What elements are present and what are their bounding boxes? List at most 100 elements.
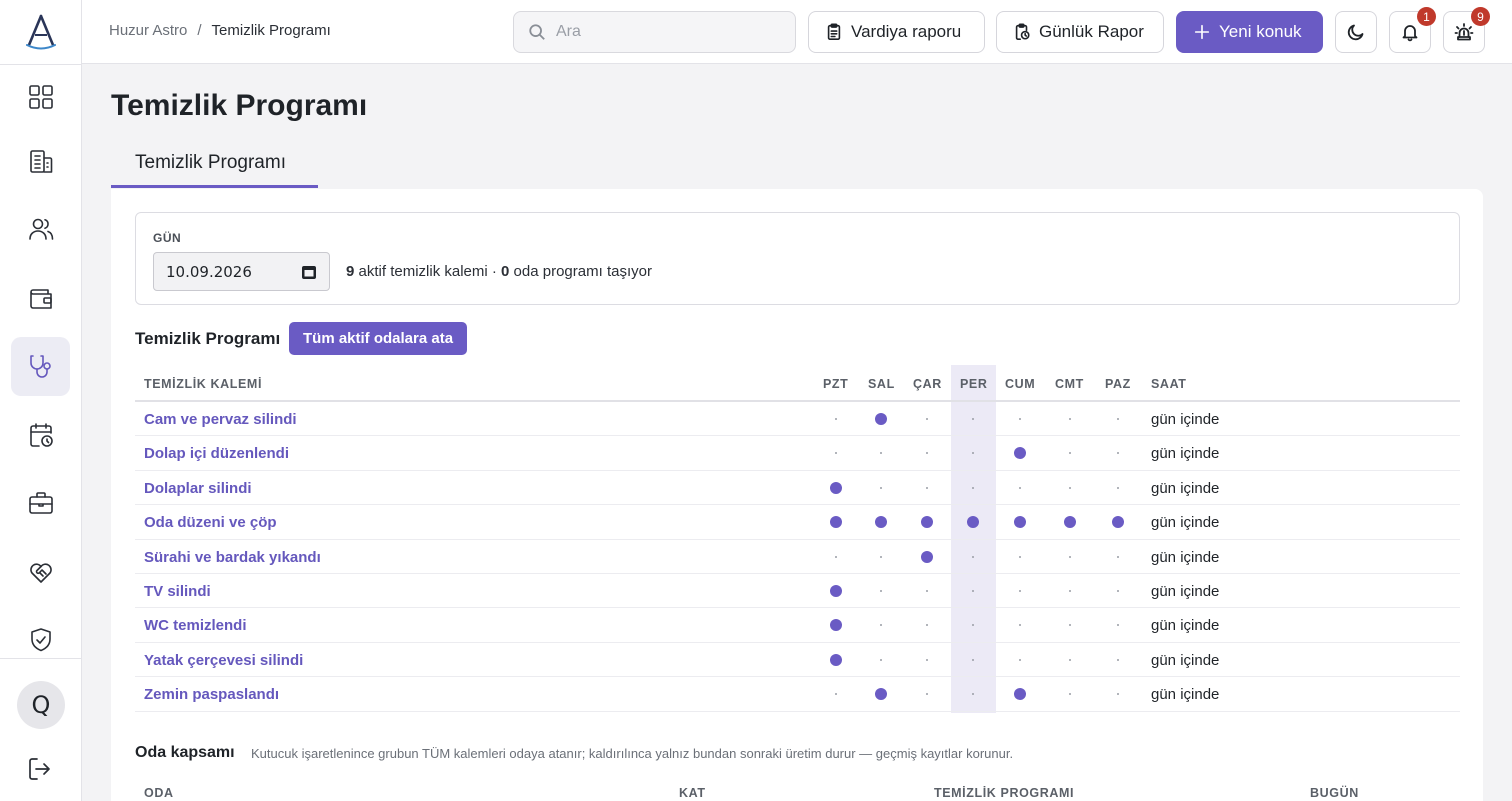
avatar[interactable]: Q — [17, 681, 65, 729]
cleaning-item-link[interactable]: Yatak çerçevesi silindi — [144, 652, 303, 669]
assign-all-rooms-button[interactable]: Tüm aktif odalara ata — [289, 322, 468, 355]
tab-cleaning-schedule[interactable]: Temizlik Programı — [111, 140, 318, 188]
day-cell-sun[interactable] — [1098, 471, 1138, 505]
day-cell-mon[interactable] — [816, 677, 856, 711]
day-cell-fri[interactable] — [1000, 677, 1040, 711]
day-cell-mon[interactable] — [816, 574, 856, 608]
day-cell-sat[interactable] — [1050, 643, 1090, 677]
day-cell-sat[interactable] — [1050, 471, 1090, 505]
day-cell-mon[interactable] — [816, 471, 856, 505]
day-cell-sun[interactable] — [1098, 643, 1138, 677]
day-cell-wed[interactable] — [907, 471, 947, 505]
breadcrumb-root[interactable]: Huzur Astro — [109, 22, 187, 39]
nav-dashboard[interactable] — [11, 67, 70, 126]
day-cell-tue[interactable] — [861, 574, 901, 608]
logout-icon — [29, 758, 50, 780]
day-cell-sun[interactable] — [1098, 402, 1138, 436]
daily-report-button[interactable]: Günlük Rapor — [996, 11, 1164, 53]
day-cell-wed[interactable] — [907, 677, 947, 711]
day-cell-mon[interactable] — [816, 608, 856, 642]
nav-residents[interactable] — [11, 199, 70, 258]
day-cell-sat[interactable] — [1050, 677, 1090, 711]
day-cell-thu[interactable] — [953, 540, 993, 574]
unscheduled-dot — [1069, 486, 1071, 489]
new-guest-button[interactable]: Yeni konuk — [1176, 11, 1323, 53]
day-cell-fri[interactable] — [1000, 540, 1040, 574]
day-cell-fri[interactable] — [1000, 505, 1040, 539]
cleaning-item-link[interactable]: Dolap içi düzenlendi — [144, 445, 289, 462]
day-cell-tue[interactable] — [861, 677, 901, 711]
day-cell-fri[interactable] — [1000, 436, 1040, 470]
day-cell-wed[interactable] — [907, 505, 947, 539]
day-cell-mon[interactable] — [816, 505, 856, 539]
day-cell-thu[interactable] — [953, 436, 993, 470]
cleaning-item-link[interactable]: Zemin paspaslandı — [144, 686, 279, 703]
search-box[interactable] — [513, 11, 796, 53]
day-cell-wed[interactable] — [907, 574, 947, 608]
app-logo[interactable] — [20, 12, 62, 52]
day-cell-sat[interactable] — [1050, 436, 1090, 470]
calendar-icon[interactable] — [301, 264, 317, 280]
day-cell-sat[interactable] — [1050, 540, 1090, 574]
day-cell-thu[interactable] — [953, 643, 993, 677]
logout-button[interactable] — [26, 755, 56, 785]
day-cell-wed[interactable] — [907, 643, 947, 677]
day-cell-fri[interactable] — [1000, 574, 1040, 608]
day-cell-wed[interactable] — [907, 402, 947, 436]
search-input[interactable] — [556, 23, 776, 41]
cleaning-item-link[interactable]: Cam ve pervaz silindi — [144, 411, 297, 428]
nav-wallet[interactable] — [11, 268, 70, 327]
day-cell-mon[interactable] — [816, 402, 856, 436]
theme-toggle-button[interactable] — [1335, 11, 1377, 53]
cleaning-item-link[interactable]: Dolaplar silindi — [144, 480, 252, 497]
cleaning-item-link[interactable]: TV silindi — [144, 583, 211, 600]
day-cell-fri[interactable] — [1000, 471, 1040, 505]
nav-briefcase[interactable] — [11, 473, 70, 532]
date-input[interactable]: 10.09.2026 — [153, 252, 330, 291]
nav-security[interactable] — [11, 610, 70, 669]
cleaning-item-link[interactable]: WC temizlendi — [144, 617, 247, 634]
day-cell-fri[interactable] — [1000, 402, 1040, 436]
day-cell-sat[interactable] — [1050, 505, 1090, 539]
nav-schedule[interactable] — [11, 405, 70, 464]
day-cell-tue[interactable] — [861, 505, 901, 539]
notifications-button[interactable]: 1 — [1389, 7, 1436, 53]
day-cell-mon[interactable] — [816, 436, 856, 470]
day-cell-sat[interactable] — [1050, 574, 1090, 608]
alarm-button[interactable]: 9 — [1443, 7, 1490, 53]
nav-building[interactable] — [11, 131, 70, 190]
day-cell-fri[interactable] — [1000, 608, 1040, 642]
unscheduled-dot — [926, 589, 928, 592]
day-cell-mon[interactable] — [816, 643, 856, 677]
day-cell-thu[interactable] — [953, 402, 993, 436]
day-cell-sun[interactable] — [1098, 677, 1138, 711]
day-cell-thu[interactable] — [953, 574, 993, 608]
day-cell-sat[interactable] — [1050, 608, 1090, 642]
day-cell-fri[interactable] — [1000, 643, 1040, 677]
day-cell-wed[interactable] — [907, 436, 947, 470]
day-cell-sun[interactable] — [1098, 574, 1138, 608]
day-cell-sat[interactable] — [1050, 402, 1090, 436]
cleaning-item-link[interactable]: Oda düzeni ve çöp — [144, 514, 277, 531]
day-cell-wed[interactable] — [907, 540, 947, 574]
day-cell-sun[interactable] — [1098, 608, 1138, 642]
shift-report-button[interactable]: Vardiya raporu — [808, 11, 985, 53]
day-cell-tue[interactable] — [861, 402, 901, 436]
nav-health[interactable] — [11, 337, 70, 396]
day-cell-thu[interactable] — [953, 505, 993, 539]
day-cell-thu[interactable] — [953, 677, 993, 711]
day-cell-thu[interactable] — [953, 608, 993, 642]
day-cell-wed[interactable] — [907, 608, 947, 642]
day-cell-tue[interactable] — [861, 643, 901, 677]
day-cell-mon[interactable] — [816, 540, 856, 574]
nav-care[interactable] — [11, 542, 70, 601]
day-cell-sun[interactable] — [1098, 505, 1138, 539]
day-cell-tue[interactable] — [861, 540, 901, 574]
day-cell-tue[interactable] — [861, 436, 901, 470]
day-cell-tue[interactable] — [861, 471, 901, 505]
day-cell-tue[interactable] — [861, 608, 901, 642]
day-cell-sun[interactable] — [1098, 540, 1138, 574]
day-cell-thu[interactable] — [953, 471, 993, 505]
cleaning-item-link[interactable]: Sürahi ve bardak yıkandı — [144, 549, 321, 566]
day-cell-sun[interactable] — [1098, 436, 1138, 470]
